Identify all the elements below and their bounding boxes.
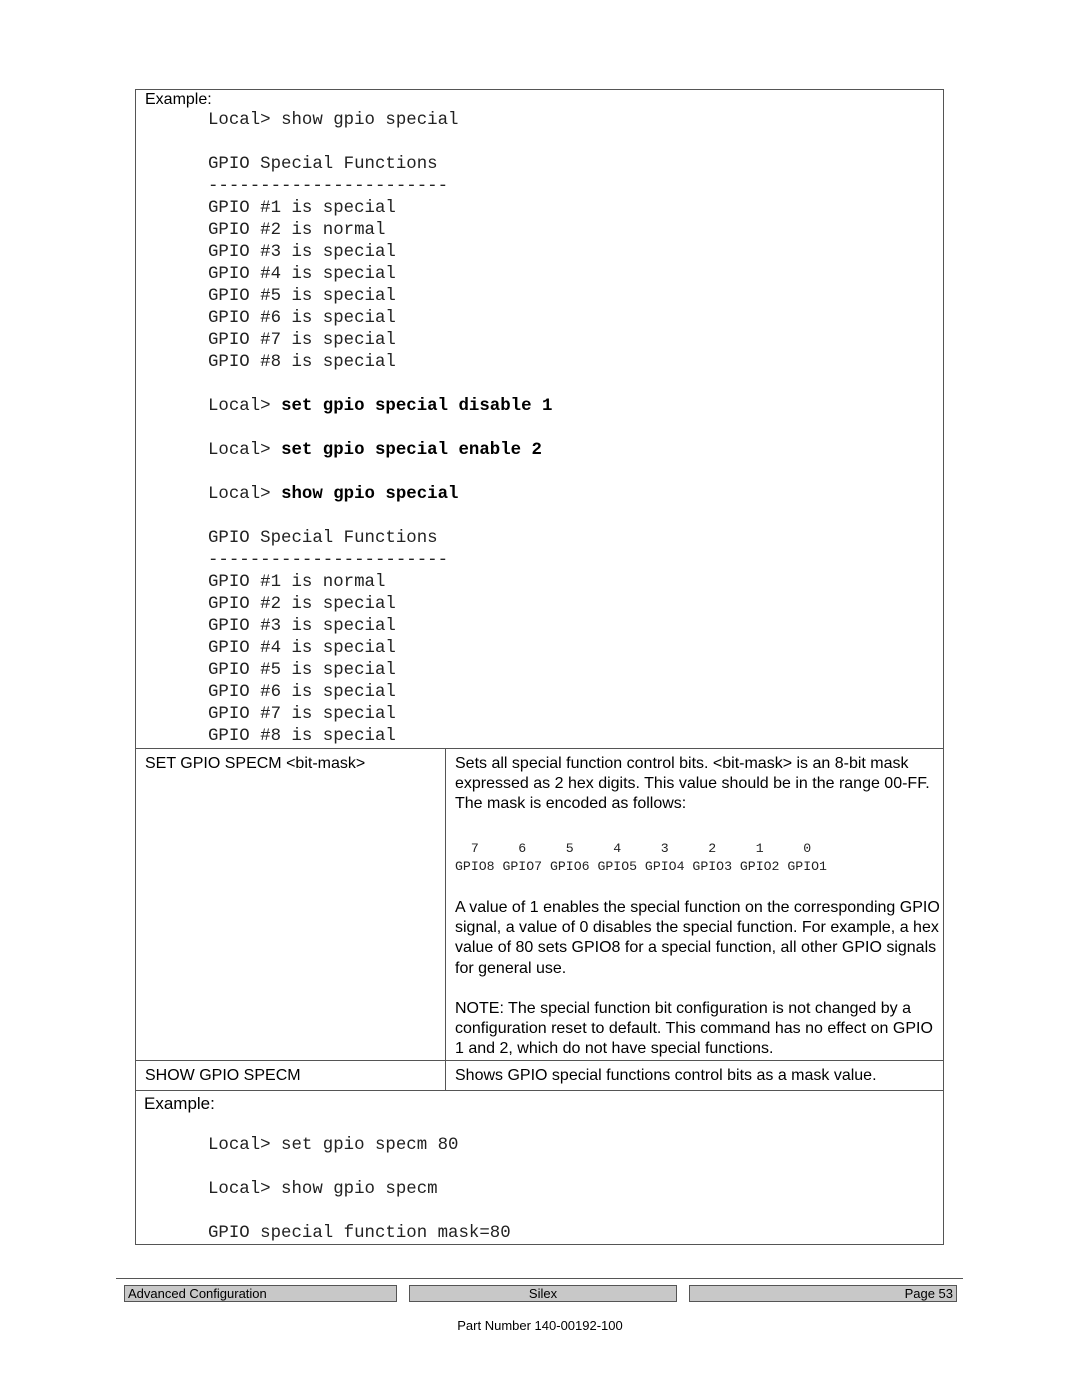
set-gpio-specm-note: NOTE: The special function bit configura… — [455, 1000, 933, 1058]
output-line: GPIO #4 is special — [208, 639, 396, 658]
prompt: Local> — [208, 397, 282, 416]
row-divider — [136, 748, 943, 749]
output-line: GPIO #1 is special — [208, 199, 396, 218]
set-gpio-specm-value-explanation: A value of 1 enables the special functio… — [455, 899, 940, 977]
prompt: Local> — [208, 111, 282, 130]
column-divider — [445, 748, 446, 1090]
code-line: GPIO special function mask=80 — [208, 1224, 511, 1243]
show-gpio-specm-command: SHOW GPIO SPECM — [145, 1067, 301, 1084]
output-line: GPIO #2 is normal — [208, 221, 386, 240]
row-divider — [136, 1060, 943, 1061]
output-line: ----------------------- — [208, 177, 449, 196]
output-line: GPIO #5 is special — [208, 661, 396, 680]
part-number: Part Number 140-00192-100 — [457, 1318, 623, 1333]
prompt: Local> — [208, 441, 282, 460]
output-line: GPIO #6 is special — [208, 309, 396, 328]
output-line: GPIO #3 is special — [208, 243, 396, 262]
command: set gpio special disable 1 — [281, 397, 553, 416]
output-line: GPIO #5 is special — [208, 287, 396, 306]
output-line: GPIO #6 is special — [208, 683, 396, 702]
code-line: Local> show gpio specm — [208, 1180, 438, 1199]
example-label: Example: — [144, 1094, 215, 1113]
footer-company: Silex — [409, 1285, 677, 1302]
footer-page-number: Page 53 — [689, 1285, 957, 1302]
gpio-mapping-row: GPIO8 GPIO7 GPIO6 GPIO5 GPIO4 GPIO3 GPIO… — [455, 859, 827, 874]
output-line: GPIO Special Functions — [208, 529, 438, 548]
row-divider — [136, 1090, 943, 1091]
command: set gpio special enable 2 — [281, 441, 542, 460]
output-line: GPIO #7 is special — [208, 331, 396, 350]
bit-number-row: 7 6 5 4 3 2 1 0 — [455, 841, 835, 856]
show-gpio-specm-description: Shows GPIO special functions control bit… — [455, 1067, 877, 1084]
example-label: Example: — [145, 91, 212, 108]
command-line: Local> set gpio special disable 1 — [208, 396, 552, 418]
command-line: Local> set gpio special enable 2 — [208, 440, 542, 462]
output-line: GPIO #4 is special — [208, 265, 396, 284]
set-gpio-specm-description: Sets all special function control bits. … — [455, 755, 930, 813]
footer-section: Advanced Configuration — [124, 1285, 397, 1302]
output-line: GPIO #7 is special — [208, 705, 396, 724]
output-line: GPIO #8 is special — [208, 727, 396, 746]
output-line: GPIO Special Functions — [208, 155, 438, 174]
output-line: GPIO #8 is special — [208, 353, 396, 372]
output-line: ----------------------- — [208, 551, 449, 570]
code-line: Local> set gpio specm 80 — [208, 1136, 459, 1155]
command-line: Local> show gpio special — [208, 484, 458, 506]
prompt: Local> — [208, 485, 282, 504]
command: show gpio special — [281, 111, 459, 130]
command-table: Example: Local> show gpio special GPIO Sp… — [135, 89, 944, 1245]
command: show gpio special — [281, 485, 459, 504]
output-line: GPIO #1 is normal — [208, 573, 386, 592]
output-line: GPIO #3 is special — [208, 617, 396, 636]
output-line: GPIO #2 is special — [208, 595, 396, 614]
set-gpio-specm-command: SET GPIO SPECM <bit-mask> — [145, 755, 366, 772]
footer-rule — [116, 1278, 963, 1279]
command-line: Local> show gpio special — [208, 110, 458, 132]
